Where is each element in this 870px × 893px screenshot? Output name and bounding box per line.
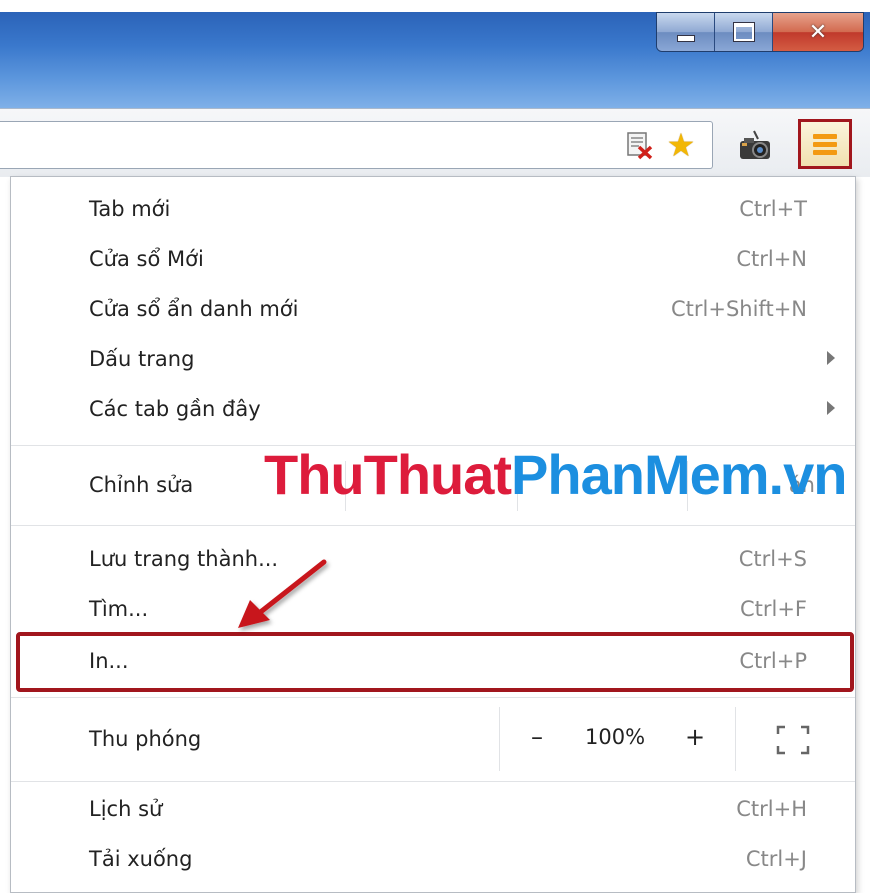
- site-watermark: ThuThuatPhanMem.vn: [264, 442, 848, 507]
- watermark-part: .vn: [768, 443, 848, 506]
- maximize-icon: [732, 22, 755, 42]
- menu-item-shortcut: Ctrl+H: [736, 797, 807, 821]
- zoom-divider: [735, 707, 736, 771]
- menu-item-history[interactable]: Lịch sử Ctrl+H: [11, 785, 855, 835]
- bookmark-star-icon[interactable]: ★: [664, 126, 698, 164]
- print-highlight-box: [16, 632, 854, 692]
- menu-item-downloads[interactable]: Tải xuống Ctrl+J: [11, 835, 855, 885]
- menu-item-label: Cửa sổ ẩn danh mới: [89, 297, 299, 321]
- menu-item-label: Tìm...: [89, 597, 149, 621]
- camera-extension-icon[interactable]: [736, 129, 776, 163]
- menu-item-new-window[interactable]: Cửa sổ Mới Ctrl+N: [11, 235, 855, 285]
- zoom-in-button[interactable]: +: [685, 723, 705, 751]
- menu-item-label: Dấu trang: [89, 347, 195, 371]
- menu-item-zoom: Thu phóng – 100% +: [11, 707, 855, 771]
- watermark-part: ThuThuat: [264, 443, 512, 506]
- submenu-arrow-icon: [827, 351, 835, 365]
- menu-separator: [11, 697, 855, 698]
- menu-item-shortcut: Ctrl+S: [738, 547, 807, 571]
- window-controls: ✕: [656, 12, 864, 52]
- menu-item-shortcut: Ctrl+Shift+N: [671, 297, 807, 321]
- menu-item-new-tab[interactable]: Tab mới Ctrl+T: [11, 185, 855, 235]
- chrome-dropdown-menu: Tab mới Ctrl+T Cửa sổ Mới Ctrl+N Cửa sổ …: [10, 176, 856, 893]
- menu-item-label: Các tab gần đây: [89, 397, 261, 421]
- submenu-arrow-icon: [827, 401, 835, 415]
- menu-item-label: Tab mới: [89, 197, 171, 221]
- annotation-arrow-icon: [238, 559, 327, 628]
- browser-toolbar: ★: [0, 108, 870, 177]
- menu-item-shortcut: Ctrl+F: [739, 597, 807, 621]
- menu-item-label: Lịch sử: [89, 797, 163, 821]
- close-icon: ✕: [808, 19, 828, 45]
- menu-item-label: Chỉnh sửa: [89, 473, 194, 497]
- zoom-out-button[interactable]: –: [531, 723, 543, 751]
- menu-item-label: Thu phóng: [89, 727, 202, 751]
- hamburger-icon: [813, 131, 837, 158]
- menu-item-label: Tải xuống: [89, 847, 193, 871]
- zoom-level: 100%: [585, 725, 646, 749]
- window-title-bar: ✕: [0, 12, 870, 108]
- chrome-menu-button[interactable]: [798, 119, 852, 169]
- menu-item-shortcut: Ctrl+N: [736, 247, 807, 271]
- blocked-page-icon: [627, 132, 653, 160]
- minimize-icon: [676, 34, 695, 42]
- menu-item-save-page[interactable]: Lưu trang thành... Ctrl+S: [11, 535, 855, 585]
- address-bar[interactable]: ★: [0, 121, 713, 169]
- menu-separator: [11, 781, 855, 782]
- zoom-divider: [499, 707, 500, 771]
- menu-item-shortcut: Ctrl+T: [739, 197, 807, 221]
- minimize-button[interactable]: [657, 13, 715, 51]
- watermark-part: PhanMem: [511, 443, 769, 506]
- screen-top-edge: [0, 0, 870, 12]
- menu-separator: [11, 525, 855, 526]
- maximize-button[interactable]: [715, 13, 773, 51]
- blocked-popup-icon[interactable]: [622, 128, 656, 162]
- menu-item-bookmarks[interactable]: Dấu trang: [11, 335, 855, 385]
- fullscreen-icon[interactable]: [776, 725, 810, 755]
- menu-item-shortcut: Ctrl+J: [745, 847, 807, 871]
- menu-item-recent-tabs[interactable]: Các tab gần đây: [11, 385, 855, 435]
- close-button[interactable]: ✕: [773, 13, 863, 51]
- menu-item-find[interactable]: Tìm... Ctrl+F: [11, 585, 855, 635]
- menu-item-incognito[interactable]: Cửa sổ ẩn danh mới Ctrl+Shift+N: [11, 285, 855, 335]
- menu-item-label: Cửa sổ Mới: [89, 247, 204, 271]
